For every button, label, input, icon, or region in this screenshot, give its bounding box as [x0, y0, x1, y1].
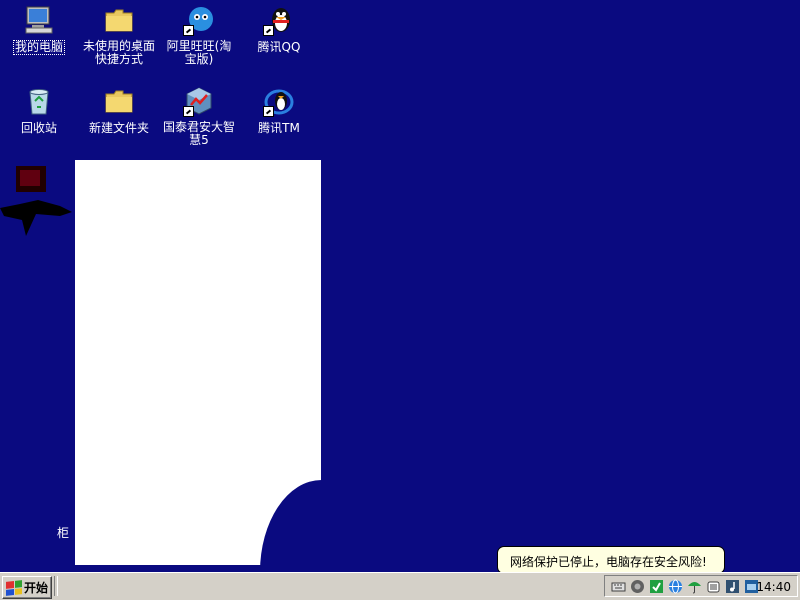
security-notification-balloon[interactable]: 网络保护已停止，电脑存在安全风险! — [497, 546, 725, 574]
clock[interactable]: 14:40 — [756, 580, 791, 594]
umbrella-icon[interactable] — [687, 579, 702, 594]
desktop-icon-label: 我的电脑 — [12, 40, 65, 55]
speaker-icon[interactable] — [630, 579, 645, 594]
system-tray: 14:40 — [604, 575, 798, 597]
desktop-icon-label: 腾讯TM — [258, 121, 300, 135]
desktop-icon-recycle-bin[interactable]: 回收站 — [0, 83, 78, 135]
taskbar-separator — [54, 576, 58, 596]
network-globe-icon[interactable] — [668, 579, 683, 594]
tencent-tm-icon — [263, 85, 295, 117]
desktop-icon-label: 国泰君安大智慧5 — [162, 120, 235, 147]
desktop-icon-tencent-tm[interactable]: 腾讯TM — [240, 83, 318, 135]
keyboard-icon[interactable] — [611, 579, 626, 594]
start-label: 开始 — [24, 581, 49, 595]
shortcut-arrow-icon — [183, 106, 194, 117]
desktop-icon-qq[interactable]: 腾讯QQ — [240, 2, 318, 54]
desktop-icon-label: 腾讯QQ — [257, 40, 301, 54]
balloon-message: 网络保护已停止，电脑存在安全风险! — [510, 555, 707, 569]
glitch-artifact — [0, 160, 75, 240]
folder-icon — [103, 85, 135, 117]
desktop-icon-label: 新建文件夹 — [88, 121, 149, 135]
desktop-icon-new-folder[interactable]: 新建文件夹 — [80, 83, 158, 135]
shortcut-arrow-icon — [263, 106, 274, 117]
green-shield-icon[interactable] — [649, 579, 664, 594]
shortcut-arrow-icon — [183, 25, 194, 36]
music-icon[interactable] — [725, 579, 740, 594]
desktop[interactable]: 我的电脑 未使用的桌面快捷方式 阿里旺旺(淘宝版) 腾讯QQ 回收站 新建文件夹… — [0, 0, 800, 572]
dazhihui-stock-icon — [183, 85, 215, 117]
taskbar: 开始 14:40 — [0, 572, 800, 600]
desktop-icon-my-computer[interactable]: 我的电脑 — [0, 2, 78, 55]
partial-label: 柜 — [57, 526, 70, 540]
qq-penguin-icon — [263, 4, 295, 36]
desktop-icon-label: 未使用的桌面快捷方式 — [82, 39, 155, 66]
desktop-icon-aliwangwang[interactable]: 阿里旺旺(淘宝版) — [160, 2, 238, 66]
windows-flag-icon — [6, 579, 22, 596]
desktop-icon-label: 回收站 — [20, 121, 57, 135]
recycle-bin-icon — [23, 85, 55, 117]
my-computer-icon — [23, 4, 55, 36]
antivirus-icon[interactable] — [706, 579, 721, 594]
folder-icon — [103, 4, 135, 36]
aliwangwang-icon — [183, 4, 215, 36]
start-button[interactable]: 开始 — [2, 576, 52, 599]
desktop-icon-label: 阿里旺旺(淘宝版) — [166, 39, 232, 66]
desktop-icon-dazhihui[interactable]: 国泰君安大智慧5 — [160, 83, 238, 147]
desktop-icon-unused-shortcuts[interactable]: 未使用的桌面快捷方式 — [80, 2, 158, 66]
shortcut-arrow-icon — [263, 25, 274, 36]
